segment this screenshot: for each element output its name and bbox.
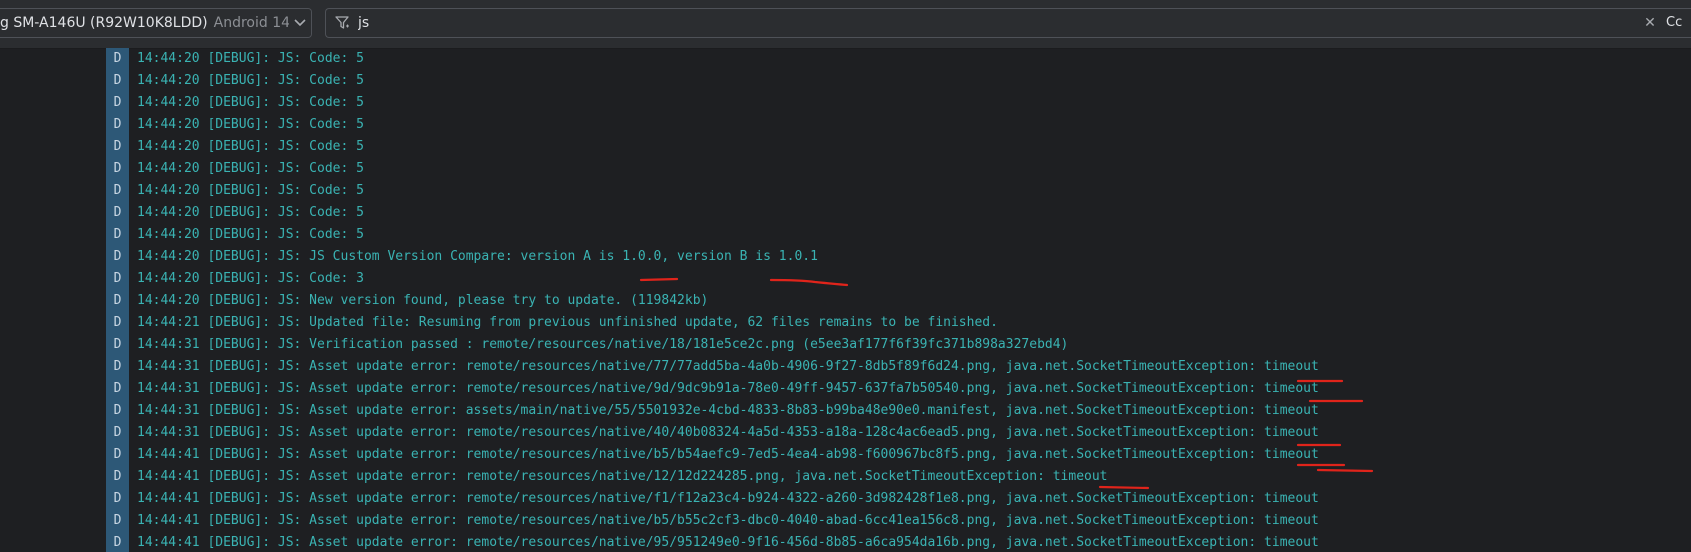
log-level-badge: D bbox=[113, 51, 122, 66]
log-line[interactable]: D 14:44:20 [DEBUG]: JS: Code: 5 bbox=[106, 158, 1691, 180]
log-message: 14:44:41 [DEBUG]: JS: Asset update error… bbox=[137, 535, 1319, 550]
log-line[interactable]: D 14:44:41 [DEBUG]: JS: Asset update erro… bbox=[106, 510, 1691, 532]
log-message: 14:44:20 [DEBUG]: JS: Code: 5 bbox=[137, 73, 364, 88]
log-message: 14:44:20 [DEBUG]: JS: JS Custom Version … bbox=[137, 249, 818, 264]
log-line[interactable]: D 14:44:20 [DEBUG]: JS: Code: 5 bbox=[106, 180, 1691, 202]
log-line[interactable]: D 14:44:21 [DEBUG]: JS: Updated file: Res… bbox=[106, 312, 1691, 334]
log-line[interactable]: D 14:44:20 [DEBUG]: JS: JS Custom Version… bbox=[106, 246, 1691, 268]
log-level-badge: D bbox=[113, 513, 122, 528]
log-message: 14:44:41 [DEBUG]: JS: Asset update error… bbox=[137, 513, 1319, 528]
log-line[interactable]: D 14:44:31 [DEBUG]: JS: Verification pass… bbox=[106, 334, 1691, 356]
log-line[interactable]: D 14:44:41 [DEBUG]: JS: Asset update erro… bbox=[106, 466, 1691, 488]
log-message: 14:44:41 [DEBUG]: JS: Asset update error… bbox=[137, 491, 1319, 506]
log-line[interactable]: D 14:44:31 [DEBUG]: JS: Asset update erro… bbox=[106, 422, 1691, 444]
log-level-badge: D bbox=[113, 469, 122, 484]
log-level-badge: D bbox=[113, 95, 122, 110]
log-line[interactable]: D 14:44:20 [DEBUG]: JS: Code: 5 bbox=[106, 114, 1691, 136]
log-level-badge: D bbox=[113, 227, 122, 242]
device-name: g SM-A146U (R92W10K8LDD) bbox=[0, 15, 208, 31]
log-level-badge: D bbox=[113, 73, 122, 88]
log-message: 14:44:20 [DEBUG]: JS: Code: 5 bbox=[137, 117, 364, 132]
log-level-badge: D bbox=[113, 249, 122, 264]
log-message: 14:44:21 [DEBUG]: JS: Updated file: Resu… bbox=[137, 315, 998, 330]
log-message: 14:44:31 [DEBUG]: JS: Verification passe… bbox=[137, 337, 1069, 352]
filter-input[interactable] bbox=[358, 11, 1558, 35]
log-level-badge: D bbox=[113, 535, 122, 550]
log-level-badge: D bbox=[113, 139, 122, 154]
log-line[interactable]: D 14:44:20 [DEBUG]: JS: Code: 5 bbox=[106, 48, 1691, 70]
log-line[interactable]: D 14:44:20 [DEBUG]: JS: Code: 5 bbox=[106, 202, 1691, 224]
log-line[interactable]: D 14:44:20 [DEBUG]: JS: Code: 5 bbox=[106, 70, 1691, 92]
log-message: 14:44:41 [DEBUG]: JS: Asset update error… bbox=[137, 447, 1319, 462]
filter-icon[interactable] bbox=[334, 14, 352, 32]
log-message: 14:44:20 [DEBUG]: JS: Code: 5 bbox=[137, 51, 364, 66]
log-line[interactable]: D 14:44:41 [DEBUG]: JS: Asset update erro… bbox=[106, 444, 1691, 466]
log-message: 14:44:20 [DEBUG]: JS: Code: 5 bbox=[137, 227, 364, 242]
log-message: 14:44:20 [DEBUG]: JS: New version found,… bbox=[137, 293, 709, 308]
log-level-badge: D bbox=[113, 425, 122, 440]
log-level-badge: D bbox=[113, 359, 122, 374]
log-message: 14:44:20 [DEBUG]: JS: Code: 5 bbox=[137, 95, 364, 110]
logcat-filter: ✕ Cc bbox=[325, 8, 1691, 38]
log-line[interactable]: D 14:44:20 [DEBUG]: JS: Code: 5 bbox=[106, 136, 1691, 158]
log-message: 14:44:20 [DEBUG]: JS: Code: 5 bbox=[137, 139, 364, 154]
log-level-badge: D bbox=[113, 403, 122, 418]
log-level-badge: D bbox=[113, 293, 122, 308]
log-level-badge: D bbox=[113, 183, 122, 198]
device-selector[interactable]: g SM-A146U (R92W10K8LDD) Android 14, API… bbox=[0, 8, 312, 38]
log-message: 14:44:41 [DEBUG]: JS: Asset update error… bbox=[137, 469, 1108, 484]
log-level-badge: D bbox=[113, 447, 122, 462]
log-level-badge: D bbox=[113, 381, 122, 396]
log-message: 14:44:20 [DEBUG]: JS: Code: 3 bbox=[137, 271, 364, 286]
chevron-down-icon[interactable] bbox=[289, 9, 311, 37]
log-line[interactable]: D 14:44:20 [DEBUG]: JS: Code: 5 bbox=[106, 92, 1691, 114]
log-level-badge: D bbox=[113, 271, 122, 286]
log-level-badge: D bbox=[113, 161, 122, 176]
logcat-toolbar: g SM-A146U (R92W10K8LDD) Android 14, API… bbox=[0, 0, 1691, 49]
log-level-badge: D bbox=[113, 491, 122, 506]
log-message: 14:44:31 [DEBUG]: JS: Asset update error… bbox=[137, 403, 1319, 418]
log-line[interactable]: D 14:44:31 [DEBUG]: JS: Asset update erro… bbox=[106, 378, 1691, 400]
log-message: 14:44:20 [DEBUG]: JS: Code: 5 bbox=[137, 161, 364, 176]
log-level-badge: D bbox=[113, 205, 122, 220]
log-message: 14:44:20 [DEBUG]: JS: Code: 5 bbox=[137, 205, 364, 220]
log-level-badge: D bbox=[113, 117, 122, 132]
match-case-toggle[interactable]: Cc bbox=[1666, 13, 1688, 33]
log-line[interactable]: D 14:44:41 [DEBUG]: JS: Asset update erro… bbox=[106, 488, 1691, 510]
log-line[interactable]: D 14:44:20 [DEBUG]: JS: Code: 5 bbox=[106, 224, 1691, 246]
log-message: 14:44:31 [DEBUG]: JS: Asset update error… bbox=[137, 425, 1319, 440]
log-level-badge: D bbox=[113, 315, 122, 330]
log-line[interactable]: D 14:44:31 [DEBUG]: JS: Asset update erro… bbox=[106, 356, 1691, 378]
log-line[interactable]: D 14:44:31 [DEBUG]: JS: Asset update erro… bbox=[106, 400, 1691, 422]
log-message: 14:44:31 [DEBUG]: JS: Asset update error… bbox=[137, 359, 1319, 374]
log-line[interactable]: D 14:44:41 [DEBUG]: JS: Asset update erro… bbox=[106, 532, 1691, 552]
log-line[interactable]: D 14:44:20 [DEBUG]: JS: Code: 3 bbox=[106, 268, 1691, 290]
log-line[interactable]: D 14:44:20 [DEBUG]: JS: New version found… bbox=[106, 290, 1691, 312]
log-message: 14:44:31 [DEBUG]: JS: Asset update error… bbox=[137, 381, 1319, 396]
close-icon[interactable]: ✕ bbox=[1641, 14, 1659, 32]
log-level-badge: D bbox=[113, 337, 122, 352]
log-message: 14:44:20 [DEBUG]: JS: Code: 5 bbox=[137, 183, 364, 198]
log-view[interactable]: D 14:44:20 [DEBUG]: JS: Code: 5 D 14:44:20 … bbox=[0, 48, 1691, 552]
